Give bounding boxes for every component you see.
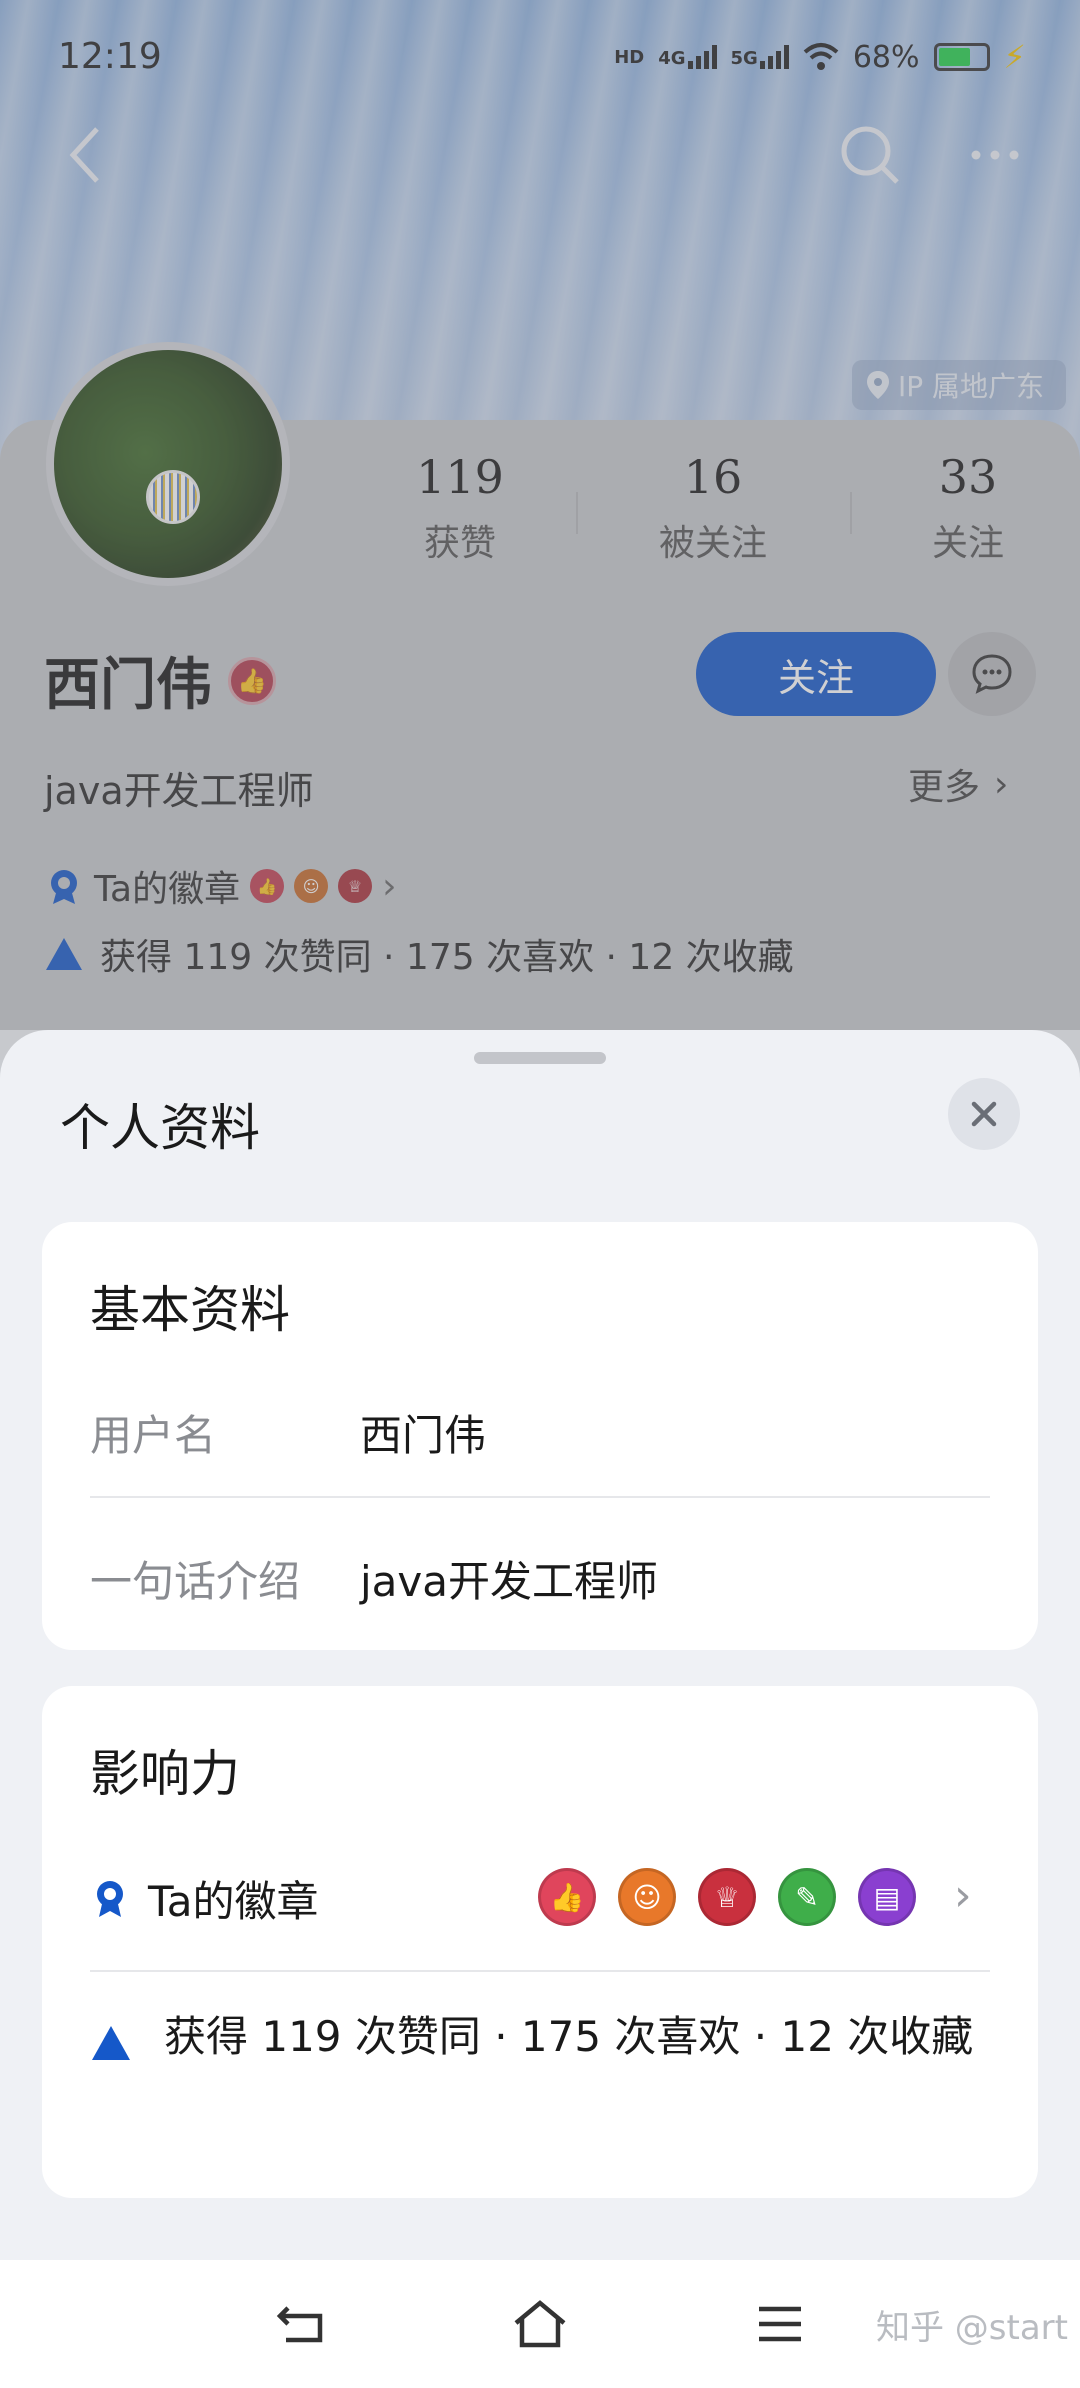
watermark-text: 知乎 @start (876, 2308, 1068, 2348)
medal-icon (97, 1881, 123, 1917)
basic-info-card: 基本资料 用户名 西门伟 一句话介绍 java开发工程师 (42, 1222, 1038, 1650)
profile-details-sheet: 个人资料 基本资料 用户名 西门伟 一句话介绍 java开发工程师 影响力 Ta… (0, 1030, 1080, 2260)
influence-stats-text: 获得 119 次赞同 · 175 次喜欢 · 12 次收藏 (164, 2012, 974, 2061)
system-nav-bar: 知乎 @start (0, 2260, 1080, 2388)
modal-scrim[interactable] (0, 0, 1080, 1030)
sheet-drag-handle[interactable] (474, 1052, 606, 1064)
field-headline: 一句话介绍 java开发工程师 (90, 1548, 990, 1609)
nav-back-button[interactable] (264, 2288, 336, 2360)
influence-card: 影响力 Ta的徽章 👍 ☺ ♕ ✎ ▤ › 获得 119 次赞同 · 175 次… (42, 1686, 1038, 2198)
chevron-right-icon[interactable]: › (954, 1870, 972, 1921)
divider (90, 1970, 990, 1972)
sheet-title: 个人资料 (60, 1099, 260, 1157)
badge-list: 👍 ☺ ♕ ✎ ▤ (538, 1868, 916, 1926)
field-label: 用户名 (90, 1411, 217, 1460)
pencil-badge-icon[interactable]: ✎ (778, 1868, 836, 1926)
nav-back-icon (276, 2306, 323, 2343)
field-value: java开发工程师 (360, 1557, 658, 1606)
close-icon (971, 1101, 997, 1127)
close-button[interactable] (948, 1078, 1020, 1150)
field-username: 用户名 西门伟 (90, 1402, 990, 1463)
triangle-icon (92, 2026, 130, 2060)
influence-title: 影响力 (90, 1745, 240, 1803)
comment-badge-icon[interactable]: ▤ (858, 1868, 916, 1926)
basic-info-title: 基本资料 (90, 1281, 290, 1339)
thumbs-up-badge-icon[interactable]: 👍 (538, 1868, 596, 1926)
field-value: 西门伟 (360, 1411, 487, 1460)
trophy-badge-icon[interactable]: ♕ (698, 1868, 756, 1926)
divider (90, 1496, 990, 1498)
person-badge-icon[interactable]: ☺ (618, 1868, 676, 1926)
nav-menu-button[interactable] (744, 2288, 816, 2360)
menu-icon (759, 2306, 801, 2342)
field-label: 一句话介绍 (90, 1557, 301, 1606)
influence-badges-label: Ta的徽章 (148, 1876, 319, 1926)
nav-home-button[interactable] (504, 2288, 576, 2360)
home-icon (514, 2300, 566, 2348)
